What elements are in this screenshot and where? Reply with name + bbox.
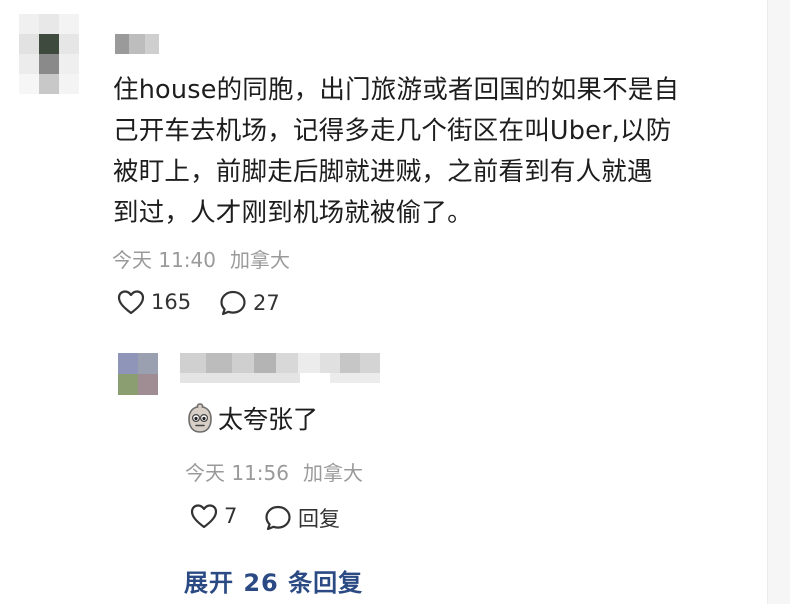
avatar[interactable] [19, 14, 79, 94]
like-count: 165 [151, 290, 192, 314]
like-button[interactable]: 165 [117, 289, 191, 315]
reply-username[interactable] [180, 353, 380, 383]
expand-replies-link[interactable]: 展开 26 条回复 [184, 563, 363, 598]
reply-text: 太夸张了 [218, 405, 319, 434]
username[interactable] [115, 34, 159, 54]
reply-meta: 今天 11:56 加拿大 [185, 457, 363, 486]
reply-like-button[interactable]: 7 [190, 503, 237, 529]
comment-text: 住house的同胞，出门旅游或者回国的如果不是自 己开车去机场，记得多走几个街区… [113, 75, 680, 228]
heart-icon [190, 504, 218, 529]
reply-like-count: 7 [224, 504, 238, 528]
reply-location: 加拿大 [303, 461, 363, 485]
comment-location: 加拿大 [230, 248, 290, 272]
heart-icon [117, 290, 145, 315]
comment-meta: 今天 11:40 加拿大 [112, 244, 290, 273]
comment-bubble-icon [220, 290, 246, 316]
comment-bubble-icon [265, 505, 291, 531]
reply-count: 27 [253, 291, 280, 315]
reply-label: 回复 [298, 507, 340, 531]
scrollbar[interactable] [767, 0, 790, 604]
reply-text-row: 太夸张了 [186, 400, 318, 436]
comment-time: 今天 11:40 [112, 248, 216, 272]
reply-button[interactable]: 回复 [264, 503, 340, 533]
reply-time: 今天 11:56 [185, 461, 289, 485]
reply-avatar[interactable] [118, 353, 158, 395]
face-emoji-icon [188, 403, 212, 433]
reply-count-button[interactable]: 27 [219, 289, 280, 317]
